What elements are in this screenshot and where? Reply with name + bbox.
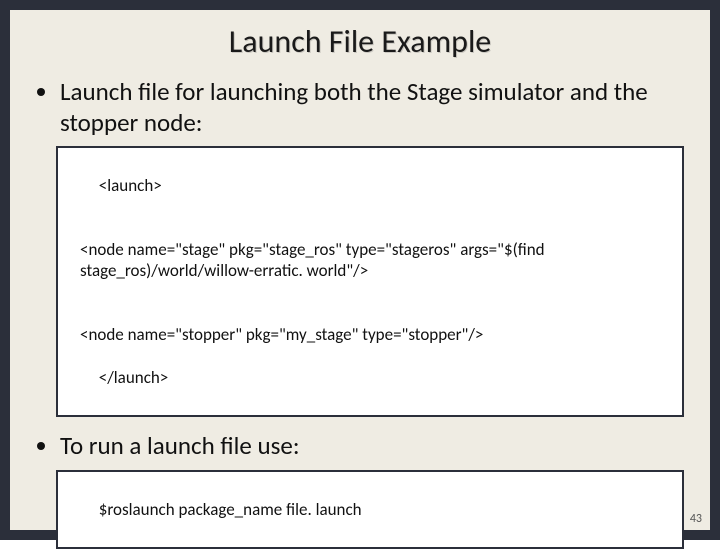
slide-title: Launch File Example [10,10,710,61]
code-line: <node name="stage" pkg="stage_ros" type=… [68,239,672,282]
bullet-list-2: To run a launch file use: [36,431,684,462]
code-line: $roslaunch package_name file. launch [99,499,362,520]
code-box-launch: <launch> <node name="stage" pkg="stage_r… [56,146,684,417]
page-number: 43 [690,512,702,526]
code-line: </launch> [99,367,169,388]
slide-content: Launch File Example Launch file for laun… [10,10,710,530]
slide-frame: Launch File Example Launch file for laun… [0,0,720,540]
slide-body: Launch file for launching both the Stage… [10,61,710,549]
code-box-command: $roslaunch package_name file. launch [56,470,684,549]
code-line: <node name="stopper" pkg="my_stage" type… [68,324,672,345]
bullet-item: To run a launch file use: [60,431,684,462]
bullet-list-1: Launch file for launching both the Stage… [36,77,684,138]
bullet-item: Launch file for launching both the Stage… [60,77,684,138]
code-line: <launch> [99,175,162,196]
